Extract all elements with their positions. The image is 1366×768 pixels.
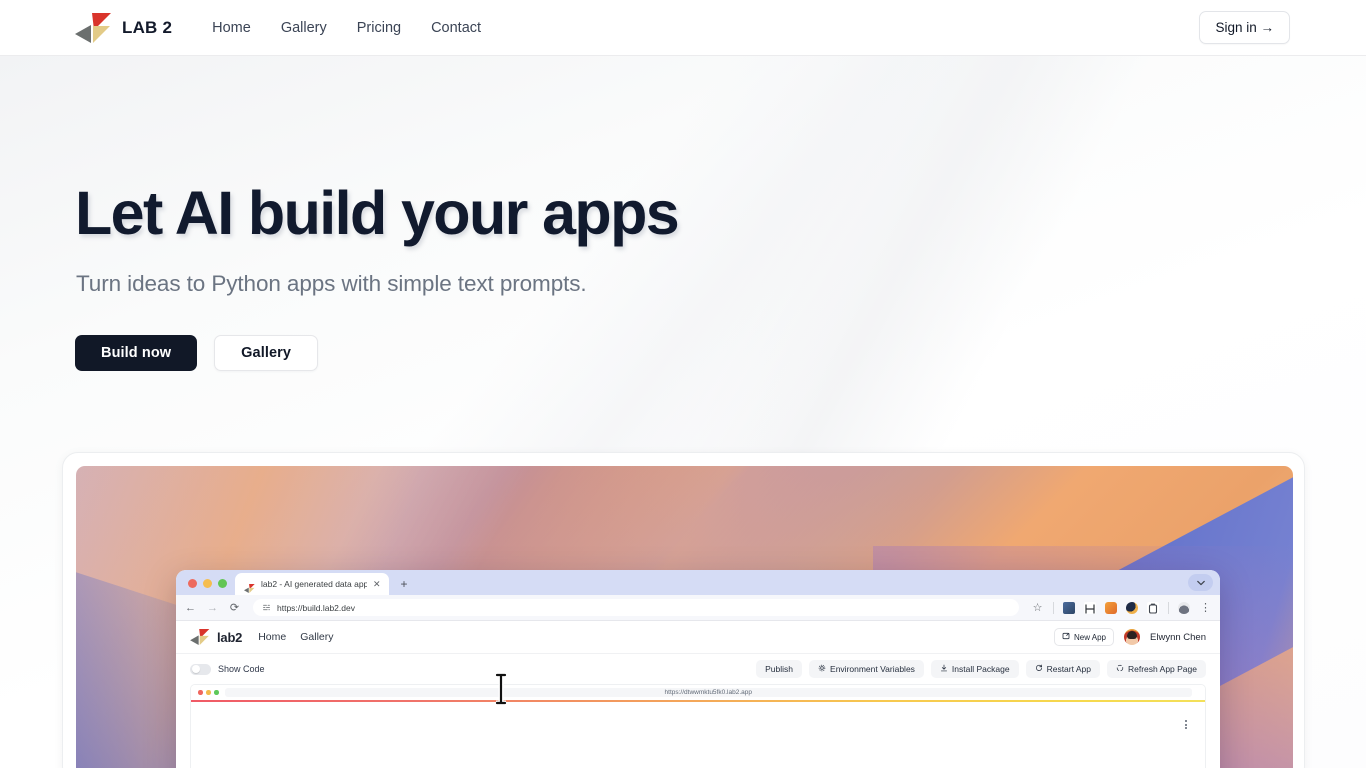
browser-tab[interactable]: lab2 - AI generated data app ✕ (235, 573, 389, 595)
minimize-window-button[interactable] (203, 579, 212, 588)
puzzle-extension-icon[interactable] (1063, 601, 1075, 614)
page-title: Let AI build your apps (75, 179, 680, 247)
site-settings-icon[interactable] (262, 599, 271, 617)
refresh-app-page-button[interactable]: Refresh App Page (1107, 660, 1206, 678)
build-now-button[interactable]: Build now (75, 335, 198, 371)
install-package-label: Install Package (951, 664, 1010, 674)
lab2-triangle-logo-icon (190, 629, 210, 645)
nav-link-gallery[interactable]: Gallery (281, 20, 327, 36)
app-nav-home[interactable]: Home (258, 631, 286, 643)
kebab-menu-icon[interactable] (1185, 720, 1187, 729)
app-header: lab2 Home Gallery New App Elwynn Chen (176, 621, 1220, 654)
moon-extension-icon[interactable] (1126, 601, 1138, 614)
browser-window: lab2 - AI generated data app ✕ + ← → ⟳ h… (176, 570, 1220, 768)
app-brand-name: lab2 (217, 629, 243, 645)
plus-icon[interactable]: + (401, 577, 408, 591)
app-toolbar: Show Code Publish Environment Variables (176, 654, 1220, 684)
preview-body (191, 702, 1205, 768)
preview-url-bar[interactable]: https://dtwwmktu5fk0.lab2.app (224, 688, 1192, 697)
sign-in-button[interactable]: Sign in → (1199, 11, 1290, 44)
restart-app-button[interactable]: Restart App (1025, 660, 1100, 678)
lab2-triangle-favicon-icon (244, 580, 255, 593)
preview-maximize-dot (214, 690, 219, 695)
chevron-down-icon[interactable] (1188, 574, 1213, 591)
refresh-app-page-label: Refresh App Page (1128, 664, 1197, 674)
app-header-right: New App Elwynn Chen (1053, 628, 1206, 646)
tabstrip-right (1188, 574, 1220, 595)
restart-app-label: Restart App (1046, 664, 1091, 674)
new-window-icon (1062, 632, 1070, 642)
app-toolbar-buttons: Publish Environment Variables Install Pa… (756, 660, 1206, 678)
lab2-triangle-logo-icon (75, 12, 112, 43)
landing-page: LAB 2 Home Gallery Pricing Contact Sign … (0, 0, 1366, 768)
publish-button[interactable]: Publish (756, 660, 803, 678)
avatar[interactable] (1124, 629, 1141, 645)
app-preview-bar: https://dtwwmktu5fk0.lab2.app (191, 685, 1205, 700)
close-window-button[interactable] (188, 579, 197, 588)
show-code-toggle[interactable] (190, 663, 211, 675)
lock-extension-icon[interactable] (1105, 601, 1117, 614)
app-nav-gallery[interactable]: Gallery (300, 631, 333, 643)
app-preview-frame: https://dtwwmktu5fk0.lab2.app (190, 684, 1206, 768)
download-icon (940, 664, 948, 674)
new-app-button[interactable]: New App (1053, 628, 1115, 646)
maximize-window-button[interactable] (218, 579, 227, 588)
address-bar[interactable]: https://build.lab2.dev (253, 599, 1019, 616)
profile-avatar-icon[interactable] (1178, 601, 1190, 614)
nav-link-pricing[interactable]: Pricing (357, 20, 401, 36)
browser-toolbar: ← → ⟳ https://build.lab2.dev ☆ ⋮ (176, 595, 1220, 621)
toolbar-divider-2 (1168, 601, 1169, 614)
close-icon[interactable]: ✕ (373, 579, 381, 590)
preview-url-text: https://dtwwmktu5fk0.lab2.app (664, 689, 752, 696)
desktop-wallpaper: lab2 - AI generated data app ✕ + ← → ⟳ h… (76, 466, 1293, 768)
reload-icon[interactable]: ⟳ (228, 601, 241, 614)
address-bar-url: https://build.lab2.dev (277, 602, 355, 613)
browser-tab-title: lab2 - AI generated data app (261, 579, 367, 589)
arrow-left-icon[interactable]: ← (184, 602, 197, 614)
preview-minimize-dot (206, 690, 211, 695)
kebab-menu-icon[interactable]: ⋮ (1199, 601, 1212, 614)
toolbar-divider (1053, 601, 1054, 614)
show-code-toggle-wrap[interactable]: Show Code (190, 663, 265, 675)
star-icon[interactable]: ☆ (1031, 601, 1044, 614)
nav-link-contact[interactable]: Contact (431, 20, 481, 36)
preview-traffic-lights (198, 690, 219, 695)
hero-cta-row: Build now Gallery (75, 335, 319, 371)
brand-logo[interactable]: LAB 2 (75, 12, 173, 43)
user-name: Elwynn Chen (1150, 631, 1206, 643)
arrow-right-icon[interactable]: → (206, 602, 219, 614)
show-code-label: Show Code (218, 664, 265, 674)
install-package-button[interactable]: Install Package (930, 660, 1019, 678)
environment-variables-button[interactable]: Environment Variables (809, 660, 924, 678)
gear-icon (818, 664, 826, 674)
hero-subtitle: Turn ideas to Python apps with simple te… (76, 271, 587, 296)
nav-links: Home Gallery Pricing Contact (212, 20, 481, 36)
preview-close-dot (198, 690, 203, 695)
app-nav: Home Gallery (258, 631, 333, 643)
nav-link-home[interactable]: Home (212, 20, 251, 36)
restart-icon (1035, 664, 1043, 674)
brand-name: LAB 2 (122, 17, 173, 37)
environment-variables-label: Environment Variables (830, 664, 915, 674)
top-navbar: LAB 2 Home Gallery Pricing Contact Sign … (0, 0, 1366, 56)
gallery-button[interactable]: Gallery (214, 335, 319, 371)
new-app-label: New App (1073, 632, 1107, 642)
showcase-card: lab2 - AI generated data app ✕ + ← → ⟳ h… (62, 452, 1305, 768)
window-traffic-lights[interactable] (184, 579, 235, 595)
browser-tabstrip: lab2 - AI generated data app ✕ + (176, 570, 1220, 595)
text-cursor-ibeam (493, 672, 509, 706)
publish-label: Publish (765, 664, 794, 674)
ruler-extension-icon[interactable] (1084, 601, 1096, 614)
refresh-icon (1116, 664, 1124, 674)
clipboard-extension-icon[interactable] (1147, 601, 1159, 614)
